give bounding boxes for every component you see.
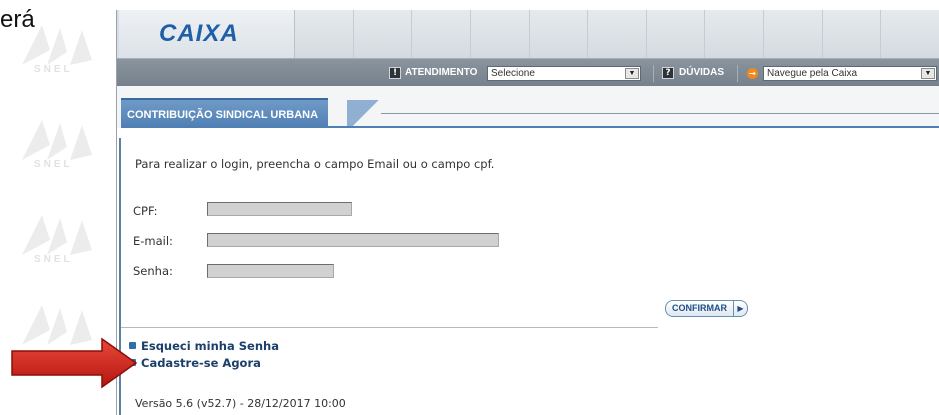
exclamation-icon: !	[389, 67, 401, 79]
header-decoration	[295, 10, 939, 58]
toolbar-separator	[737, 65, 738, 82]
snel-watermark-icon: SNEL	[12, 115, 102, 195]
atendimento-label: ATENDIMENTO	[405, 67, 478, 78]
panel-divider	[121, 327, 658, 328]
snel-watermark-icon: SNEL	[12, 210, 102, 290]
header-cell	[881, 10, 939, 58]
forgot-password-link[interactable]: Esqueci minha Senha	[141, 339, 279, 353]
watermark-label: SNEL	[34, 64, 73, 75]
toolbar-separator	[653, 65, 654, 82]
header-cell	[295, 10, 354, 58]
tab-slant	[347, 100, 383, 128]
question-icon: ?	[662, 67, 674, 79]
tab-line	[381, 113, 939, 114]
header-cell	[412, 10, 471, 58]
header-cell	[470, 10, 530, 58]
login-panel: Para realizar o login, preencha o campo …	[119, 138, 939, 415]
chevron-down-icon[interactable]: ▼	[921, 68, 935, 79]
senha-input[interactable]	[207, 264, 334, 278]
cpf-input[interactable]	[207, 202, 352, 216]
header-cell	[705, 10, 765, 58]
watermark-label: SNEL	[34, 254, 73, 265]
navegue-select-value: Navegue pela Caixa	[767, 68, 858, 79]
duvidas-link[interactable]: DÚVIDAS	[679, 67, 724, 78]
header-cell	[646, 10, 706, 58]
chevron-down-icon[interactable]: ▼	[625, 68, 639, 79]
register-link[interactable]: Cadastre-se Agora	[141, 356, 261, 370]
cpf-label: CPF:	[133, 204, 158, 218]
logo-box: CAIXA	[119, 10, 295, 58]
confirm-button[interactable]: CONFIRMAR ▶	[665, 300, 748, 317]
version-info: Versão 5.6 (v52.7) - 28/12/2017 10:00	[135, 397, 346, 410]
red-arrow-icon	[11, 337, 138, 389]
confirm-button-label[interactable]: CONFIRMAR	[665, 300, 734, 317]
tab-underline	[121, 126, 939, 128]
senha-label: Senha:	[133, 264, 173, 278]
header-cell	[764, 10, 823, 58]
header-cell	[353, 10, 413, 58]
header-cell	[529, 10, 589, 58]
atendimento-select[interactable]: Selecione ▼	[487, 66, 641, 81]
email-label: E-mail:	[133, 234, 173, 248]
tab-bar: CONTRIBUIÇÃO SINDICAL URBANA	[117, 86, 939, 128]
caixa-logo[interactable]: CAIXA	[159, 20, 239, 48]
play-arrow-icon[interactable]: ▶	[734, 300, 748, 317]
navegue-select[interactable]: Navegue pela Caixa ▼	[763, 66, 937, 81]
email-input[interactable]	[207, 233, 499, 247]
site-header: CAIXA	[117, 10, 939, 58]
top-toolbar: ! ATENDIMENTO Selecione ▼ ? DÚVIDAS → Na…	[117, 58, 939, 86]
tab-contribuicao-sindical[interactable]: CONTRIBUIÇÃO SINDICAL URBANA	[121, 98, 329, 128]
snel-watermark-icon: SNEL	[12, 20, 102, 100]
login-instructions: Para realizar o login, preencha o campo …	[135, 157, 495, 171]
orange-arrow-icon: →	[747, 68, 758, 79]
caixa-window: CAIXA ! ATENDIMENTO Selecione ▼ ? DÚVIDA…	[116, 10, 939, 415]
atendimento-select-value: Selecione	[491, 68, 535, 79]
header-cell	[822, 10, 882, 58]
watermark-label: SNEL	[34, 159, 73, 170]
header-cell	[588, 10, 647, 58]
